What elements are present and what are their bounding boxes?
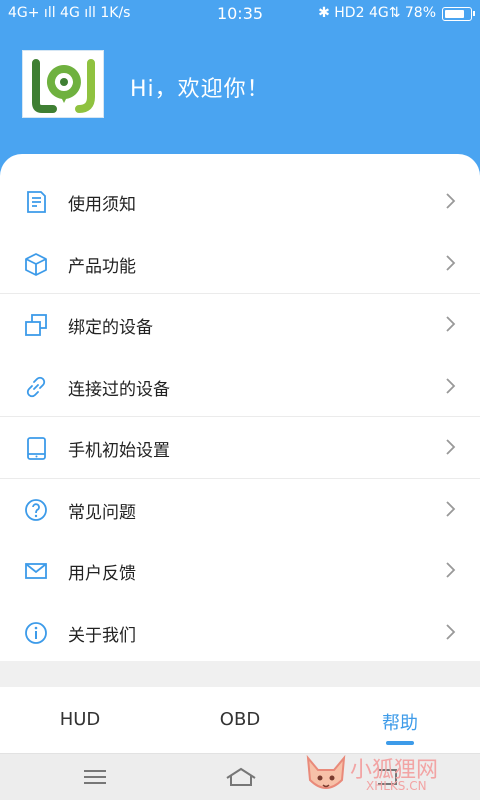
battery-icon — [442, 7, 475, 21]
question-icon — [23, 497, 49, 523]
home-icon[interactable] — [224, 764, 258, 790]
menu-item[interactable]: 连接过的设备 — [0, 356, 480, 417]
tab-help[interactable]: 帮助 — [320, 687, 480, 753]
section-gap — [0, 661, 480, 687]
status-right-indicators: ✱ HD2 4G⇅ 78% — [318, 5, 436, 21]
menu-item[interactable]: 关于我们 — [0, 602, 480, 663]
menu-item[interactable]: 用户反馈 — [0, 540, 480, 601]
watermark-url: XHLKS.CN — [366, 779, 427, 793]
tab-hud[interactable]: HUD — [0, 687, 160, 753]
tablet-icon — [23, 435, 49, 461]
notice-doc-icon — [23, 189, 49, 215]
info-icon — [23, 620, 49, 646]
watermark: 小狐狸网 XHLKS.CN — [304, 752, 474, 800]
menu-group-divider — [0, 416, 480, 417]
app-logo-icon[interactable] — [22, 50, 104, 118]
menu-item-label: 用户反馈 — [68, 564, 136, 584]
logo-graphic — [32, 59, 95, 113]
menu-item[interactable]: 产品功能 — [0, 233, 480, 294]
menu-item-label: 产品功能 — [68, 256, 136, 277]
tab-obd[interactable]: OBD — [160, 687, 320, 753]
menu-item-label: 关于我们 — [68, 625, 136, 646]
menu-group-divider — [0, 293, 480, 294]
hamburger-icon[interactable] — [80, 764, 110, 790]
menu-item-label: 使用须知 — [68, 195, 136, 215]
tab-hud-label: HUD — [59, 709, 101, 730]
chevron-right-icon — [444, 191, 458, 211]
link-icon — [23, 374, 49, 400]
menu-item-label: 常见问题 — [68, 502, 136, 523]
tab-obd-label: OBD — [219, 709, 261, 730]
chevron-right-icon — [444, 314, 458, 334]
bind-device-icon — [23, 312, 49, 338]
menu-item[interactable]: 绑定的设备 — [0, 294, 480, 355]
battery-level — [445, 10, 464, 18]
chevron-right-icon — [444, 499, 458, 519]
chevron-right-icon — [444, 376, 458, 396]
tab-help-label: 帮助 — [382, 713, 418, 734]
chevron-right-icon — [444, 560, 458, 580]
chevron-right-icon — [444, 622, 458, 642]
greeting-text: Hi，欢迎你！ — [130, 77, 270, 102]
menu-item-label: 连接过的设备 — [68, 379, 170, 400]
menu-item[interactable]: 手机初始设置 — [0, 417, 480, 478]
menu-item[interactable]: 常见问题 — [0, 479, 480, 540]
menu-item-label: 手机初始设置 — [68, 441, 170, 461]
active-tab-indicator — [386, 741, 414, 745]
chevron-right-icon — [444, 253, 458, 273]
menu-group-divider — [0, 477, 480, 479]
status-bar: 4G+ ıll 4G ıll 1K/s 10:35 ✱ HD2 4G⇅ 78% — [0, 0, 480, 28]
menu-item[interactable]: 使用须知 — [0, 171, 480, 232]
help-menu-card: 使用须知产品功能绑定的设备连接过的设备 手机初始设置 常见问题用户反馈关于我们 — [0, 154, 480, 661]
menu-item-label: 绑定的设备 — [68, 318, 153, 338]
fox-logo-icon — [306, 754, 346, 789]
cube-icon — [23, 251, 49, 277]
bottom-tab-bar: HUD OBD 帮助 — [0, 687, 480, 753]
chevron-right-icon — [444, 437, 458, 457]
mail-icon — [23, 558, 49, 584]
